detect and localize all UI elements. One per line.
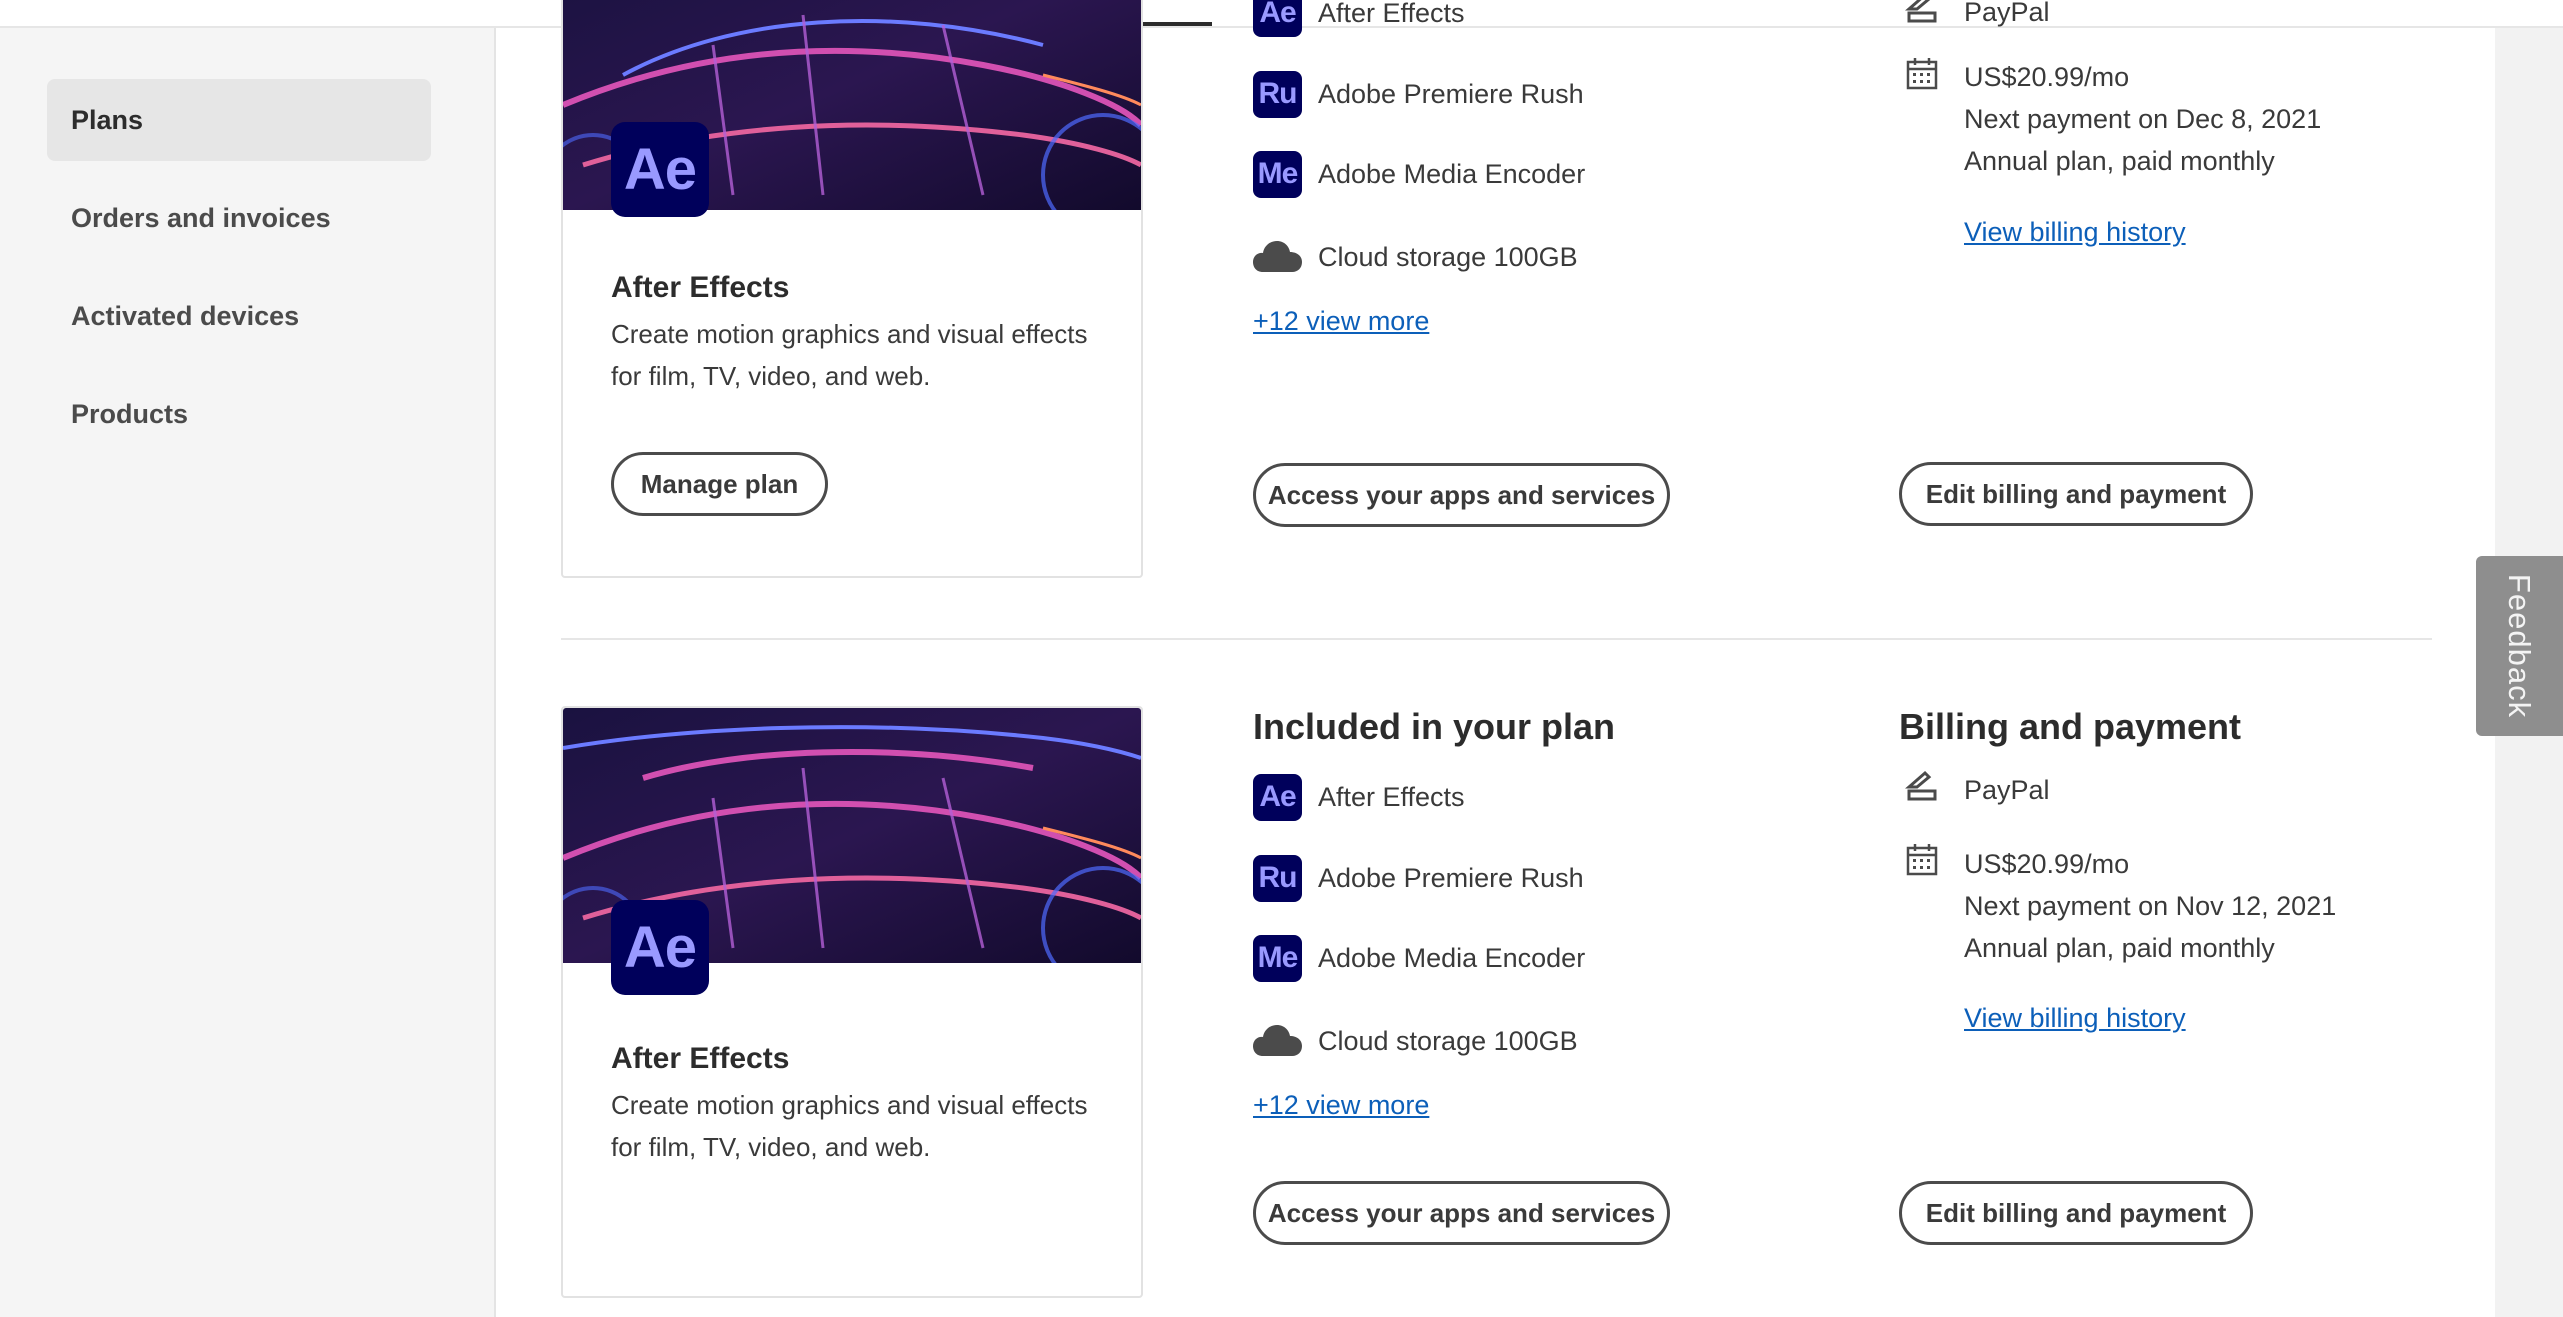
next-payment: Next payment on Dec 8, 2021	[1964, 104, 2322, 134]
calendar-icon	[1906, 844, 1938, 876]
plan-section: Ae After Effects Create motion graphics …	[561, 706, 2432, 1317]
storage-row: Cloud storage 100GB	[1253, 1016, 1578, 1066]
edit-billing-button[interactable]: Edit billing and payment	[1899, 462, 2253, 526]
included-app-row: Me Adobe Media Encoder	[1253, 149, 1585, 199]
plan-section: Ae After Effects Create motion graphics …	[561, 0, 2432, 578]
sidebar: Plans Orders and invoices Activated devi…	[0, 28, 496, 1317]
payment-method: PayPal	[1964, 0, 2050, 27]
icon-text: Ae	[1259, 780, 1296, 813]
logo-text: Ae	[623, 915, 697, 980]
feedback-label: Feedback	[2502, 573, 2538, 719]
included-app-row: Ru Adobe Premiere Rush	[1253, 69, 1584, 119]
app-name: Adobe Media Encoder	[1318, 158, 1586, 189]
premiere-rush-icon: Ru	[1253, 854, 1302, 902]
storage-row: Cloud storage 100GB	[1253, 232, 1578, 282]
app-name: After Effects	[1318, 0, 1465, 28]
access-apps-button[interactable]: Access your apps and services	[1253, 463, 1670, 527]
billing-heading: Billing and payment	[1899, 706, 2242, 747]
view-billing-history-link[interactable]: View billing history	[1964, 1003, 2186, 1034]
included-app-row: Me Adobe Media Encoder	[1253, 933, 1585, 983]
app-name: After Effects	[1318, 781, 1465, 812]
view-billing-history-link[interactable]: View billing history	[1964, 217, 2186, 248]
cloud-icon	[1253, 241, 1302, 272]
manage-plan-button[interactable]: Manage plan	[611, 452, 828, 516]
logo-text: Ae	[623, 137, 697, 202]
payment-method: PayPal	[1964, 775, 2050, 805]
next-payment: Next payment on Nov 12, 2021	[1964, 891, 2337, 921]
included-heading: Included in your plan	[1253, 706, 1616, 747]
calendar-icon	[1906, 58, 1938, 90]
premiere-rush-icon: Ru	[1253, 70, 1302, 118]
view-more-link[interactable]: +12 view more	[1253, 306, 1429, 337]
after-effects-icon: Ae	[1253, 773, 1302, 821]
price: US$20.99/mo	[1964, 849, 2130, 879]
sidebar-item-label: Orders and invoices	[71, 202, 331, 233]
product-description: Create motion graphics and visual effect…	[611, 1090, 1088, 1162]
sidebar-item-label: Activated devices	[71, 300, 300, 331]
icon-text: Ru	[1258, 861, 1298, 894]
cloud-icon	[1253, 1025, 1302, 1056]
plan-type: Annual plan, paid monthly	[1964, 146, 2275, 176]
sidebar-item-label: Plans	[71, 104, 144, 135]
paypal-method-icon	[1905, 0, 1937, 23]
edit-billing-button[interactable]: Edit billing and payment	[1899, 1181, 2253, 1245]
storage-label: Cloud storage 100GB	[1318, 1025, 1578, 1056]
included-app-row: Ru Adobe Premiere Rush	[1253, 853, 1584, 903]
product-title: After Effects	[611, 271, 790, 304]
icon-text: Ru	[1258, 77, 1298, 110]
product-card: Ae After Effects Create motion graphics …	[561, 0, 1143, 578]
included-app-row: Ae After Effects	[1253, 0, 1465, 38]
product-card: Ae After Effects Create motion graphics …	[561, 706, 1143, 1298]
included-app-row: Ae After Effects	[1253, 772, 1465, 822]
media-encoder-icon: Me	[1253, 150, 1302, 198]
price: US$20.99/mo	[1964, 62, 2130, 92]
sidebar-item-plans[interactable]: Plans	[47, 79, 431, 161]
sidebar-item-orders-and-invoices[interactable]: Orders and invoices	[47, 177, 431, 259]
app-name: Adobe Media Encoder	[1318, 942, 1586, 973]
icon-text: Me	[1257, 941, 1299, 974]
sidebar-item-activated-devices[interactable]: Activated devices	[47, 275, 431, 357]
icon-text: Ae	[1259, 0, 1296, 29]
after-effects-logo: Ae	[611, 122, 709, 217]
feedback-tab[interactable]: Feedback	[2476, 556, 2563, 736]
product-title: After Effects	[611, 1042, 790, 1075]
storage-label: Cloud storage 100GB	[1318, 241, 1578, 272]
icon-text: Me	[1257, 157, 1299, 190]
access-apps-button[interactable]: Access your apps and services	[1253, 1181, 1670, 1245]
paypal-method-icon	[1905, 770, 1937, 801]
section-divider	[561, 638, 2432, 640]
view-more-link[interactable]: +12 view more	[1253, 1090, 1429, 1121]
app-name: Adobe Premiere Rush	[1318, 862, 1584, 893]
after-effects-logo: Ae	[611, 900, 709, 995]
sidebar-item-label: Products	[71, 398, 189, 429]
product-description: Create motion graphics and visual effect…	[611, 319, 1088, 391]
sidebar-item-products[interactable]: Products	[47, 373, 431, 455]
plan-type: Annual plan, paid monthly	[1964, 933, 2275, 963]
app-name: Adobe Premiere Rush	[1318, 78, 1584, 109]
after-effects-icon: Ae	[1253, 0, 1302, 37]
media-encoder-icon: Me	[1253, 934, 1302, 982]
